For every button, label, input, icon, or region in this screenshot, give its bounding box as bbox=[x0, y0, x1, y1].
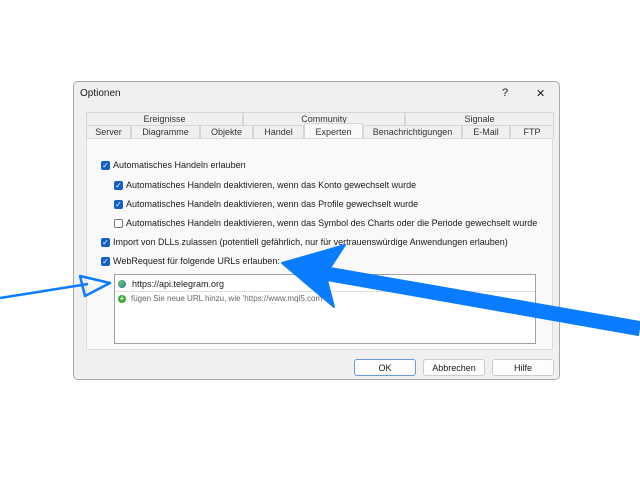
checkmark-icon: ✓ bbox=[114, 180, 123, 190]
cancel-button[interactable]: Abbrechen bbox=[423, 359, 485, 376]
checkbox-label: Import von DLLs zulassen (potentiell gef… bbox=[113, 237, 508, 247]
checkbox-disable-on-symbol[interactable]: Automatisches Handeln deaktivieren, wenn… bbox=[114, 218, 537, 228]
experten-panel: ✓ Automatisches Handeln erlauben ✓ Automat… bbox=[86, 138, 553, 350]
tab-handel[interactable]: Handel bbox=[253, 125, 304, 138]
tab-experten[interactable]: Experten bbox=[304, 123, 363, 138]
url-list[interactable]: https://api.telegram.org + fügen Sie neu… bbox=[114, 274, 536, 344]
tab-ftp[interactable]: FTP bbox=[510, 125, 554, 138]
tab-server[interactable]: Server bbox=[86, 125, 131, 138]
checkbox-empty-icon bbox=[114, 218, 123, 228]
checkbox-label: Automatisches Handeln deaktivieren, wenn… bbox=[126, 218, 538, 228]
tab-ereignisse[interactable]: Ereignisse bbox=[86, 112, 243, 125]
checkbox-webrequest[interactable]: ✓ WebRequest für folgende URLs erlauben: bbox=[101, 256, 280, 266]
checkbox-dll-import[interactable]: ✓ Import von DLLs zulassen (potentiell ge… bbox=[101, 237, 508, 247]
tab-signale[interactable]: Signale bbox=[405, 112, 554, 125]
help-button[interactable]: Hilfe bbox=[492, 359, 554, 376]
checkbox-auto-trading[interactable]: ✓ Automatisches Handeln erlauben bbox=[101, 160, 246, 170]
checkmark-icon: ✓ bbox=[101, 160, 110, 170]
add-url-hint: fügen Sie neue URL hinzu, wie 'https://w… bbox=[131, 294, 324, 303]
checkbox-label: Automatisches Handeln erlauben bbox=[113, 160, 246, 170]
tab-objekte[interactable]: Objekte bbox=[200, 125, 253, 138]
url-text: https://api.telegram.org bbox=[132, 278, 225, 289]
checkmark-icon: ✓ bbox=[101, 256, 110, 266]
add-url-row[interactable]: + fügen Sie neue URL hinzu, wie 'https:/… bbox=[115, 291, 535, 306]
help-title-button[interactable]: ? bbox=[502, 87, 508, 99]
dialog-title: Optionen bbox=[80, 88, 121, 99]
globe-icon bbox=[118, 279, 126, 288]
checkmark-icon: ✓ bbox=[114, 199, 123, 209]
checkbox-label: Automatisches Handeln deaktivieren, wenn… bbox=[126, 180, 417, 190]
close-icon[interactable]: ✕ bbox=[536, 87, 545, 100]
tab-benachrichtigungen[interactable]: Benachrichtigungen bbox=[363, 125, 462, 138]
options-dialog: Optionen ? ✕ Ereignisse Community Signal… bbox=[73, 81, 560, 380]
checkbox-disable-on-profile[interactable]: ✓ Automatisches Handeln deaktivieren, wen… bbox=[114, 199, 418, 209]
tab-diagramme[interactable]: Diagramme bbox=[131, 125, 200, 138]
ok-button[interactable]: OK bbox=[354, 359, 416, 376]
checkbox-label: WebRequest für folgende URLs erlauben: bbox=[113, 256, 280, 266]
column-divider bbox=[324, 276, 325, 291]
checkbox-label: Automatisches Handeln deaktivieren, wenn… bbox=[126, 199, 419, 209]
add-icon: + bbox=[118, 293, 126, 303]
checkbox-disable-on-account[interactable]: ✓ Automatisches Handeln deaktivieren, wen… bbox=[114, 180, 416, 190]
checkmark-icon: ✓ bbox=[101, 237, 110, 247]
tab-email[interactable]: E-Mail bbox=[462, 125, 510, 138]
url-row[interactable]: https://api.telegram.org bbox=[115, 276, 535, 292]
